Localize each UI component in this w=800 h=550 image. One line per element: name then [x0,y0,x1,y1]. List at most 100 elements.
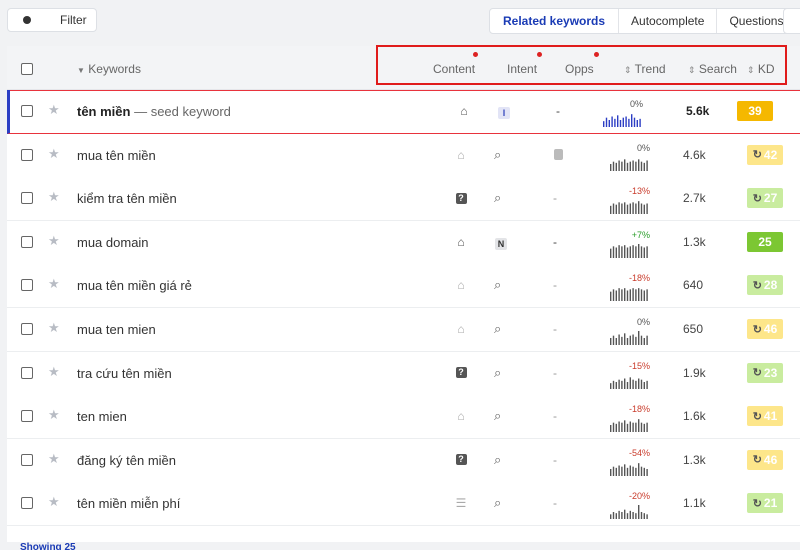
keyword-text[interactable]: đăng ký tên miền [77,453,176,468]
tab-autocomplete[interactable]: Autocomplete [619,9,718,33]
toggle-icon[interactable] [20,14,46,26]
search-icon[interactable]: ⌕ [494,452,501,468]
refresh-icon[interactable]: ↻ [753,497,762,510]
star-icon[interactable]: ★ [48,407,60,423]
star-icon[interactable]: ★ [48,102,60,118]
kd-badge[interactable]: ↻ 42 [747,144,783,165]
table-row[interactable]: ★ tra cứu tên miền? ⌕ - -15% 1.9k ↻ 23 [7,351,800,396]
keyword-text[interactable]: mua domain [77,235,149,250]
search-icon[interactable]: ⌕ [494,321,501,337]
keyword-text[interactable]: tên miền — seed keyword [77,104,231,119]
table-row[interactable]: ★ mua ten mien ⌂ ⌕ - 0% 650 ↻ 46 [7,308,800,352]
star-icon[interactable]: ★ [48,494,60,510]
refresh-icon[interactable]: ↻ [753,410,762,423]
row-checkbox[interactable] [21,366,33,379]
refresh-icon[interactable]: ↻ [753,453,762,466]
select-all-checkbox[interactable] [21,63,33,75]
search-icon[interactable]: ⌕ [494,190,501,206]
trend-bar [621,289,623,302]
intent-badge: I [498,105,510,119]
trend-bar [621,380,623,389]
table-row[interactable]: ★ kiểm tra tên miền? ⌕ - -13% 2.7k ↻ 27 [7,177,800,222]
search-icon[interactable]: ⌕ [494,365,501,381]
trend-bar [629,335,631,345]
table-row[interactable]: ★ ten mien ⌂ ⌕ - -18% 1.6k ↻ 41 [7,395,800,440]
keyword-text[interactable]: ten mien [77,409,127,424]
trend-bar [643,467,645,476]
row-checkbox[interactable] [21,192,33,205]
search-icon[interactable]: ⌕ [494,147,501,163]
search-icon[interactable]: ⌕ [494,277,501,293]
keywords-column-header[interactable]: ▼ Keywords [77,62,141,76]
refresh-icon[interactable]: ↻ [753,366,762,379]
trend-sparkline [610,376,648,389]
search-icon[interactable]: ⌕ [494,495,501,511]
opps-column-header[interactable]: Opps [565,62,594,76]
refresh-icon[interactable]: ↻ [753,148,762,161]
table-row[interactable]: ★ mua domain ⌂ N - +7% 1.3k 25 [7,220,800,265]
tab-related-keywords[interactable]: Related keywords [490,9,620,33]
keyword-text[interactable]: mua tên miền [77,148,156,163]
more-button[interactable] [783,8,800,34]
trend-bar [610,206,612,215]
keyword-text[interactable]: kiểm tra tên miền [77,191,177,206]
row-checkbox[interactable] [21,235,33,248]
trend-bar [646,289,648,302]
refresh-icon[interactable]: ↻ [753,279,762,292]
opps-value: - [553,191,557,206]
trend-bar [638,378,640,389]
trend-column-header[interactable]: ⇕ Trend [624,62,666,76]
trend-bar [643,381,645,389]
row-checkbox[interactable] [21,497,33,510]
trend-percent: -13% [628,186,650,197]
row-checkbox[interactable] [21,410,33,423]
kd-badge[interactable]: ↻ 21 [747,493,783,514]
intent-column-header[interactable]: Intent [507,62,537,76]
search-icon[interactable]: ⌕ [494,408,501,424]
kd-badge[interactable]: ↻ 27 [747,188,783,209]
keyword-text[interactable]: mua ten mien [77,322,156,337]
table-row[interactable]: ★ mua tên miền giá rẻ ⌂ ⌕ - -18% 640 ↻ 28 [7,264,800,309]
table-row[interactable]: ★ mua tên miền ⌂ ⌕ 0% 4.6k ↻ 42 [7,133,800,178]
trend-bar [621,246,623,258]
star-icon[interactable]: ★ [48,146,60,162]
search-column-header[interactable]: ⇕ Search [688,62,737,76]
filter-toggle-button[interactable]: Filter [7,8,97,32]
refresh-icon[interactable]: ↻ [753,323,762,336]
star-icon[interactable]: ★ [48,320,60,336]
refresh-icon[interactable]: ↻ [753,192,762,205]
row-checkbox[interactable] [21,453,33,466]
star-icon[interactable]: ★ [48,364,60,380]
keyword-text[interactable]: tra cứu tên miền [77,366,172,381]
trend-percent: +7% [631,229,650,240]
keyword-text[interactable]: mua tên miền giá rẻ [77,278,192,293]
table-row[interactable]: ★ tên miền miễn phí ☰ ⌕ - -20% 1.1k ↻ 21 [7,482,800,527]
kd-badge[interactable]: ↻ 46 [747,319,783,339]
content-column-header[interactable]: Content [433,62,475,76]
row-checkbox[interactable] [21,105,33,117]
kd-badge[interactable]: ↻ 41 [747,406,783,427]
star-icon[interactable]: ★ [48,233,60,249]
row-checkbox[interactable] [21,148,33,161]
kd-badge[interactable]: ↻ 28 [747,275,783,296]
trend-bar [643,162,645,171]
kd-badge[interactable]: ↻ 46 [747,449,783,470]
kd-column-header[interactable]: ⇕ KD [747,62,775,76]
star-icon[interactable]: ★ [48,451,60,467]
trend-sparkline [610,201,648,215]
trend-bar [635,203,637,215]
keyword-text[interactable]: tên miền miễn phí [77,496,180,511]
kd-badge[interactable]: ↻ 23 [747,362,783,383]
kd-badge: 25 [747,231,783,252]
trend-bar [631,114,633,127]
trend-bar [626,424,629,433]
seed-keyword-row[interactable]: ★ tên miền — seed keyword ⌂ I - 0% 5.6k 39 [7,90,800,134]
star-icon[interactable]: ★ [48,189,60,205]
table-row[interactable]: ★ đăng ký tên miền? ⌕ - -54% 1.3k ↻ 46 [7,438,800,483]
row-checkbox[interactable] [21,323,33,335]
home-icon: ⌂ [457,278,465,293]
trend-bar [638,505,640,520]
question-icon: ? [455,192,467,204]
row-checkbox[interactable] [21,279,33,292]
star-icon[interactable]: ★ [48,276,60,292]
